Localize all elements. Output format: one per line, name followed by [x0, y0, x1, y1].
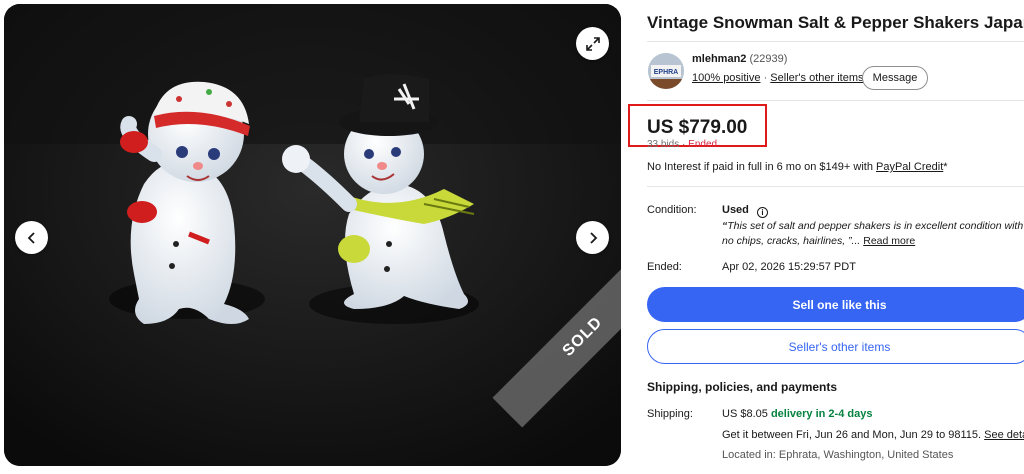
- item-location: Located in: Ephrata, Washington, United …: [722, 449, 954, 461]
- delivery-window: Get it between Fri, Jun 26 and Mon, Jun …: [722, 429, 985, 441]
- seller-name-row: mlehman2 (22939): [692, 53, 787, 65]
- shipping-cost-row: US $8.05 delivery in 2-4 days: [722, 408, 872, 420]
- delivery-window-row: Get it between Fri, Jun 26 and Mon, Jun …: [722, 429, 1024, 441]
- sellers-other-items-button[interactable]: Seller's other items: [647, 329, 1024, 364]
- listing-panel: Vintage Snowman Salt & Pepper Shakers Ja…: [628, 0, 1024, 474]
- listing-title: Vintage Snowman Salt & Pepper Shakers Ja…: [647, 13, 1024, 32]
- ended-value: Apr 02, 2026 15:29:57 PDT: [722, 261, 856, 273]
- svg-text:EPHRA: EPHRA: [654, 69, 679, 76]
- seller-avatar-image: EPHRA: [648, 53, 684, 89]
- chevron-left-icon: [27, 231, 35, 244]
- ended-label: Ended:: [647, 261, 682, 273]
- previous-image-button[interactable]: [15, 221, 48, 254]
- separator: ·: [763, 72, 768, 84]
- shipping-cost: US $8.05: [722, 408, 768, 420]
- shipping-label: Shipping:: [647, 408, 693, 420]
- seller-positive-link[interactable]: 100% positive: [692, 72, 761, 84]
- sell-one-like-this-button[interactable]: Sell one like this: [647, 287, 1024, 322]
- seller-links: 100% positive · Seller's other items ·: [692, 72, 870, 84]
- condition-label: Condition:: [647, 204, 697, 216]
- chevron-right-icon: [589, 231, 597, 244]
- divider: [647, 41, 1024, 42]
- expand-icon: [585, 36, 600, 51]
- condition-value-row: Used i: [722, 204, 768, 218]
- seller-name[interactable]: mlehman2: [692, 53, 746, 65]
- ended-status: Ended: [688, 139, 718, 150]
- expand-image-button[interactable]: [576, 27, 609, 60]
- separator: ·: [682, 139, 686, 150]
- condition-value: Used: [722, 204, 749, 216]
- message-seller-button[interactable]: Message: [862, 66, 928, 90]
- bid-status: 33 bids · Ended: [647, 139, 717, 150]
- financing-text: No Interest if paid in full in 6 mo on $…: [647, 161, 876, 173]
- bid-count[interactable]: 33 bids: [647, 139, 679, 150]
- see-details-link[interactable]: See details: [984, 429, 1024, 441]
- divider: [647, 186, 1024, 187]
- image-gallery[interactable]: SOLD: [4, 4, 621, 466]
- delivery-estimate: delivery in 2-4 days: [770, 408, 873, 420]
- info-icon[interactable]: i: [756, 207, 768, 218]
- seller-avatar[interactable]: EPHRA: [648, 53, 684, 89]
- quote-end: ”...: [848, 235, 864, 247]
- seller-other-items-link[interactable]: Seller's other items: [770, 72, 863, 84]
- financing-suffix: *: [943, 161, 948, 173]
- shipping-section-title: Shipping, policies, and payments: [647, 380, 838, 394]
- paypal-credit-link[interactable]: PayPal Credit: [876, 161, 943, 173]
- next-image-button[interactable]: [576, 221, 609, 254]
- divider: [647, 100, 1024, 101]
- read-more-link[interactable]: Read more: [863, 235, 915, 247]
- condition-description: “This set of salt and pepper shakers is …: [722, 219, 1024, 249]
- financing-offer: No Interest if paid in full in 6 mo on $…: [647, 161, 948, 173]
- seller-feedback-count: (22939): [749, 53, 788, 65]
